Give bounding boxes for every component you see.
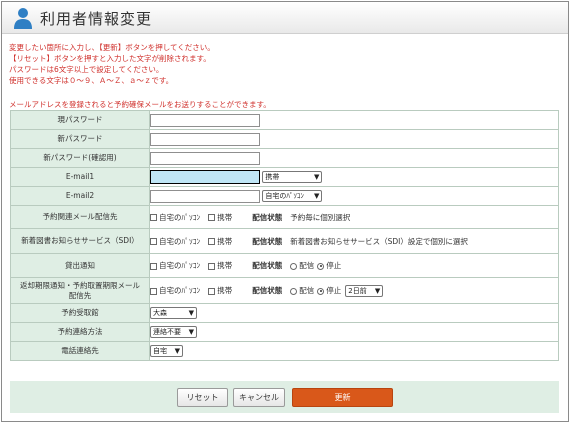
sdi-pc-checkbox[interactable]: 自宅のﾊﾟｿｺﾝ — [150, 236, 200, 247]
row-sdi: 新着図書お知らせサービス（SDI） 自宅のﾊﾟｿｺﾝ 携帯 配信状態 新着図書お知らせ… — [10, 228, 559, 254]
delivery-status-label: 配信状態 — [252, 261, 283, 270]
confirm-password-input[interactable] — [150, 151, 260, 165]
user-icon — [14, 8, 32, 29]
email2-input[interactable] — [150, 189, 260, 203]
loan-pc-checkbox[interactable]: 自宅のﾊﾟｿｺﾝ — [150, 260, 200, 271]
update-button[interactable]: 更新 — [292, 388, 393, 407]
row-confirm-password: 新パスワード(確認用) — [10, 148, 559, 168]
instructions: 変更したい箇所に入力し、【更新】ボタンを押してください。 【リセット】ボタンを押… — [9, 42, 215, 86]
window-frame: 利用者情報変更 変更したい箇所に入力し、【更新】ボタンを押してください。 【リセ… — [1, 1, 569, 422]
user-info-form: 現パスワード 新パスワード 新パスワード(確認用) E-mail1 携帯 ▼ E-… — [10, 110, 559, 361]
chevron-down-icon: ▼ — [314, 173, 320, 181]
row-current-password: 現パスワード — [10, 110, 559, 130]
instruction-line: 変更したい箇所に入力し、【更新】ボタンを押してください。 — [9, 43, 215, 52]
radio-selected-icon — [317, 262, 325, 270]
email1-label: E-mail1 — [10, 167, 150, 187]
loan-mobile-checkbox[interactable]: 携帯 — [208, 260, 232, 271]
row-phone-contact: 電話連絡先 自宅 ▼ — [10, 341, 559, 361]
delivery-status-label: 配信状態 — [252, 236, 283, 246]
checkbox-icon — [208, 287, 216, 295]
return-notice-label: 返却期限通知・予約取置期限メール 配信先 — [10, 277, 150, 304]
checkbox-icon — [208, 262, 216, 270]
row-reservation-mail: 予約関連メール配信先 自宅のﾊﾟｿｺﾝ 携帯 配信状態 予約毎に個別選択 — [10, 205, 559, 229]
delivery-status-label: 配信状態 — [252, 212, 283, 222]
current-password-label: 現パスワード — [10, 110, 150, 130]
delivery-status-text: 予約毎に個別選択 — [290, 212, 351, 222]
chevron-down-icon: ▼ — [374, 286, 381, 295]
pickup-library-select[interactable]: 大森 ▼ — [150, 307, 197, 319]
email2-type-select[interactable]: 自宅のﾊﾟｿｺﾝ ▼ — [262, 190, 323, 202]
return-stop-radio[interactable]: 停止 — [317, 285, 341, 296]
checkbox-icon — [150, 287, 157, 295]
email-note: メールアドレスを登録されると予約確保メールをお送りすることができます。 — [9, 100, 271, 109]
email1-type-select[interactable]: 携帯 ▼ — [262, 171, 323, 183]
new-password-label: 新パスワード — [10, 129, 150, 149]
checkbox-icon — [208, 238, 216, 245]
sdi-mobile-checkbox[interactable]: 携帯 — [208, 236, 232, 247]
chevron-down-icon: ▼ — [188, 309, 194, 317]
return-mobile-checkbox[interactable]: 携帯 — [208, 285, 232, 296]
radio-selected-icon — [317, 287, 325, 295]
reservation-pc-checkbox[interactable]: 自宅のﾊﾟｿｺﾝ — [150, 212, 200, 223]
row-return-notice: 返却期限通知・予約取置期限メール 配信先 自宅のﾊﾟｿｺﾝ 携帯 配信状態 配信 停止 2日… — [10, 277, 559, 304]
current-password-input[interactable] — [150, 113, 260, 127]
confirm-password-label: 新パスワード(確認用) — [10, 148, 150, 168]
checkbox-icon — [208, 214, 216, 221]
button-bar: リセット キャンセル 更新 — [10, 381, 559, 413]
new-password-input[interactable] — [150, 132, 260, 146]
reservation-mobile-checkbox[interactable]: 携帯 — [208, 212, 232, 223]
row-email1: E-mail1 携帯 ▼ — [10, 167, 559, 187]
page-header: 利用者情報変更 — [2, 2, 568, 34]
delivery-status-text: 新着図書お知らせサービス（SDI）設定で個別に選択 — [290, 236, 468, 246]
chevron-down-icon: ▼ — [188, 328, 194, 336]
sdi-label: 新着図書お知らせサービス（SDI） — [10, 228, 150, 254]
loan-notice-label: 貸出通知 — [10, 253, 150, 278]
contact-method-label: 予約連絡方法 — [10, 322, 150, 342]
instruction-line: 使用できる文字は０～９、Ａ～Ｚ、ａ～ｚです。 — [9, 76, 174, 85]
return-deliver-radio[interactable]: 配信 — [290, 285, 314, 296]
return-days-select[interactable]: 2日前 ▼ — [345, 284, 384, 297]
row-email2: E-mail2 自宅のﾊﾟｿｺﾝ ▼ — [10, 186, 559, 206]
row-contact-method: 予約連絡方法 連絡不要 ▼ — [10, 322, 559, 342]
row-pickup-library: 予約受取館 大森 ▼ — [10, 303, 559, 323]
chevron-down-icon: ▼ — [174, 347, 180, 355]
reservation-mail-label: 予約関連メール配信先 — [10, 205, 150, 229]
loan-stop-radio[interactable]: 停止 — [317, 260, 341, 271]
instruction-line: 【リセット】ボタンを押すと入力した文字が削除されます。 — [9, 54, 211, 63]
cancel-button[interactable]: キャンセル — [233, 388, 285, 407]
page-title: 利用者情報変更 — [40, 10, 153, 28]
row-new-password: 新パスワード — [10, 129, 559, 149]
contact-method-select[interactable]: 連絡不要 ▼ — [150, 326, 197, 338]
radio-icon — [290, 262, 298, 270]
instruction-line: パスワードは6文字以上で設定してください。 — [9, 65, 164, 74]
reset-button[interactable]: リセット — [177, 388, 228, 407]
checkbox-icon — [150, 238, 157, 245]
chevron-down-icon: ▼ — [314, 192, 320, 200]
loan-deliver-radio[interactable]: 配信 — [290, 260, 314, 271]
email1-input[interactable] — [150, 170, 260, 184]
checkbox-icon — [150, 262, 157, 270]
phone-contact-select[interactable]: 自宅 ▼ — [150, 345, 183, 357]
delivery-status-label: 配信状態 — [252, 286, 283, 295]
radio-icon — [290, 287, 298, 295]
email2-label: E-mail2 — [10, 186, 150, 206]
return-pc-checkbox[interactable]: 自宅のﾊﾟｿｺﾝ — [150, 285, 200, 296]
row-loan-notice: 貸出通知 自宅のﾊﾟｿｺﾝ 携帯 配信状態 配信 停止 — [10, 253, 559, 278]
pickup-library-label: 予約受取館 — [10, 303, 150, 323]
checkbox-icon — [150, 214, 157, 221]
phone-contact-label: 電話連絡先 — [10, 341, 150, 361]
